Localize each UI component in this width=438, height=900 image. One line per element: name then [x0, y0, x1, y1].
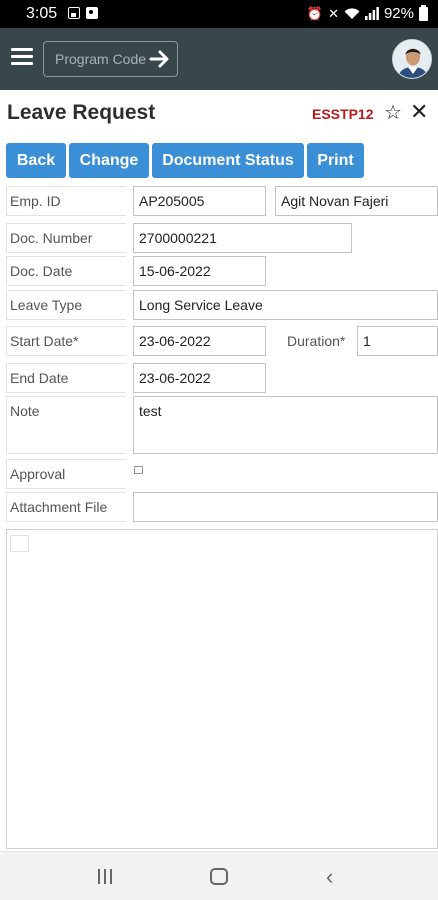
- toolbar: Back Change Document Status Print: [6, 143, 364, 178]
- user-photo-icon: [393, 40, 431, 78]
- emp-id-field[interactable]: AP205005: [133, 186, 266, 216]
- program-code-box: [43, 41, 178, 77]
- doc-number-field[interactable]: 2700000221: [133, 223, 352, 253]
- status-bar: 3:05 ⏰ ✕ 92%: [0, 0, 438, 28]
- title-row: Leave Request ESSTP12 ☆ ✕: [0, 90, 438, 136]
- nav-bar: ‹: [0, 851, 438, 900]
- page-title: Leave Request: [7, 101, 156, 124]
- menu-icon[interactable]: [11, 48, 33, 66]
- image-icon: [68, 7, 80, 19]
- approval-checkbox[interactable]: [134, 466, 143, 474]
- back-icon[interactable]: ‹: [326, 864, 333, 890]
- doc-date-field[interactable]: 15-06-2022: [133, 256, 266, 286]
- recent-apps-icon[interactable]: [98, 869, 114, 884]
- close-icon[interactable]: ✕: [410, 99, 428, 125]
- avatar[interactable]: [392, 39, 432, 79]
- doc-number-label: Doc. Number: [6, 223, 126, 253]
- note-label: Note: [6, 396, 126, 454]
- alarm-icon: ⏰: [306, 5, 324, 21]
- print-button[interactable]: Print: [307, 143, 364, 178]
- mute-icon: ✕: [328, 5, 339, 21]
- status-time: 3:05: [26, 5, 58, 22]
- duration-field[interactable]: 1: [357, 326, 438, 356]
- app-bar: [0, 28, 438, 90]
- program-code-label: ESSTP12: [312, 106, 374, 122]
- wifi-icon: [344, 8, 360, 19]
- arrow-right-icon[interactable]: [149, 49, 171, 69]
- doc-date-label: Doc. Date: [6, 256, 126, 286]
- emp-name-field[interactable]: Agit Novan Fajeri: [275, 186, 438, 216]
- battery-icon: [419, 4, 428, 21]
- change-button[interactable]: Change: [69, 143, 149, 178]
- back-button[interactable]: Back: [6, 143, 66, 178]
- start-date-label: Start Date*: [6, 326, 126, 356]
- signal-icon: [364, 7, 379, 20]
- star-icon[interactable]: ☆: [384, 100, 402, 125]
- note-field[interactable]: test: [133, 396, 438, 454]
- attachment-field[interactable]: [133, 492, 438, 522]
- emp-id-label: Emp. ID: [6, 186, 126, 216]
- photo-icon: [86, 7, 98, 19]
- end-date-field[interactable]: 23-06-2022: [133, 363, 266, 393]
- attachment-thumbnail: [10, 535, 29, 552]
- duration-label: Duration*: [287, 333, 346, 349]
- battery-percent: 92%: [383, 5, 414, 22]
- document-status-button[interactable]: Document Status: [152, 143, 304, 178]
- approval-label: Approval: [6, 459, 126, 489]
- leave-type-label: Leave Type: [6, 290, 126, 320]
- attachment-label: Attachment File: [6, 492, 126, 522]
- attachment-preview[interactable]: [6, 529, 438, 849]
- home-icon[interactable]: [210, 868, 228, 885]
- start-date-field[interactable]: 23-06-2022: [133, 326, 266, 356]
- leave-type-field[interactable]: Long Service Leave: [133, 290, 438, 320]
- end-date-label: End Date: [6, 363, 126, 393]
